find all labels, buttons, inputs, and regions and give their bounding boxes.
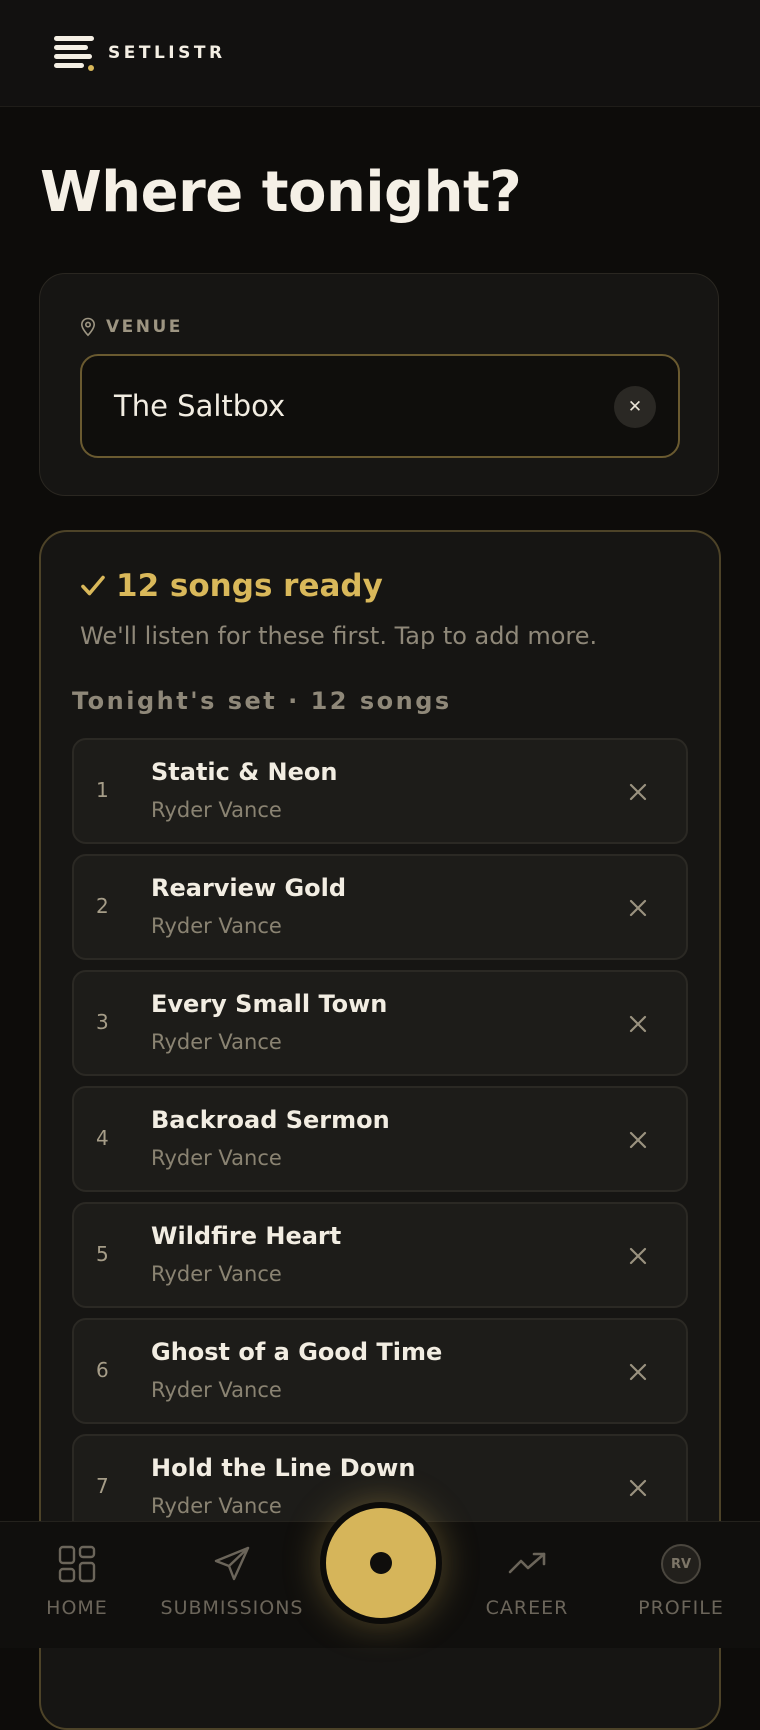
remove-song-close-icon[interactable] (624, 1010, 652, 1038)
song-row[interactable]: 1 Static & Neon Ryder Vance (72, 738, 688, 844)
remove-song-close-icon[interactable] (624, 1358, 652, 1386)
nav-home[interactable]: HOME (36, 1522, 118, 1648)
app-header: SETLISTR (0, 0, 760, 107)
song-title: Static & Neon (151, 758, 338, 786)
song-title: Backroad Sermon (151, 1106, 390, 1134)
setlistr-logo-icon (54, 36, 96, 71)
song-row[interactable]: 3 Every Small Town Ryder Vance (72, 970, 688, 1076)
remove-song-close-icon[interactable] (624, 1242, 652, 1270)
nav-profile[interactable]: RV PROFILE (636, 1522, 726, 1648)
ready-title: 12 songs ready (116, 568, 383, 604)
song-number: 1 (96, 778, 109, 802)
song-number: 7 (96, 1474, 109, 1498)
song-number: 6 (96, 1358, 109, 1382)
song-number: 4 (96, 1126, 109, 1150)
song-artist: Ryder Vance (151, 1262, 282, 1286)
location-pin-icon (80, 317, 96, 337)
song-title: Wildfire Heart (151, 1222, 342, 1250)
remove-song-close-icon[interactable] (624, 1474, 652, 1502)
remove-song-close-icon[interactable] (624, 894, 652, 922)
app-name: SETLISTR (108, 43, 226, 63)
song-row[interactable]: 4 Backroad Sermon Ryder Vance (72, 1086, 688, 1192)
song-artist: Ryder Vance (151, 1494, 282, 1518)
grid-icon (58, 1545, 96, 1583)
song-artist: Ryder Vance (151, 1378, 282, 1402)
avatar: RV (661, 1544, 701, 1584)
ready-subtitle: We'll listen for these first. Tap to add… (80, 622, 598, 650)
set-heading: Tonight's set · 12 songs (72, 687, 452, 715)
trending-up-icon (508, 1552, 546, 1574)
song-title: Every Small Town (151, 990, 388, 1018)
venue-label: VENUE (80, 317, 183, 337)
clear-venue-button[interactable]: ✕ (614, 386, 656, 428)
song-title: Rearview Gold (151, 874, 347, 902)
nav-career[interactable]: CAREER (482, 1522, 572, 1648)
song-artist: Ryder Vance (151, 1030, 282, 1054)
song-list: 1 Static & Neon Ryder Vance 2 Rearview G… (72, 738, 688, 1550)
venue-input-value: The Saltbox (114, 389, 286, 423)
song-artist: Ryder Vance (151, 1146, 282, 1170)
close-icon: ✕ (627, 397, 643, 417)
song-row[interactable]: 2 Rearview Gold Ryder Vance (72, 854, 688, 960)
nav-career-label: CAREER (485, 1597, 569, 1619)
song-title: Ghost of a Good Time (151, 1338, 443, 1366)
ready-status: 12 songs ready (80, 568, 383, 604)
song-number: 5 (96, 1242, 109, 1266)
song-number: 3 (96, 1010, 109, 1034)
venue-input[interactable]: The Saltbox ✕ (80, 354, 680, 458)
nav-submissions-label: SUBMISSIONS (160, 1597, 304, 1619)
venue-card: VENUE The Saltbox ✕ (39, 273, 719, 496)
remove-song-close-icon[interactable] (624, 1126, 652, 1154)
venue-label-text: VENUE (106, 317, 183, 337)
nav-submissions[interactable]: SUBMISSIONS (160, 1522, 304, 1648)
remove-song-close-icon[interactable] (624, 778, 652, 806)
record-button[interactable] (320, 1502, 442, 1624)
checkmark-icon (81, 575, 105, 596)
song-row[interactable]: 5 Wildfire Heart Ryder Vance (72, 1202, 688, 1308)
song-row[interactable]: 6 Ghost of a Good Time Ryder Vance (72, 1318, 688, 1424)
nav-profile-label: PROFILE (638, 1597, 724, 1619)
page-title: Where tonight? (40, 160, 522, 225)
song-number: 2 (96, 894, 109, 918)
record-dot-icon (370, 1552, 392, 1574)
nav-home-label: HOME (46, 1597, 108, 1619)
song-artist: Ryder Vance (151, 798, 282, 822)
send-icon (214, 1546, 250, 1581)
song-title: Hold the Line Down (151, 1454, 416, 1482)
song-artist: Ryder Vance (151, 914, 282, 938)
app-logo[interactable]: SETLISTR (54, 36, 226, 71)
